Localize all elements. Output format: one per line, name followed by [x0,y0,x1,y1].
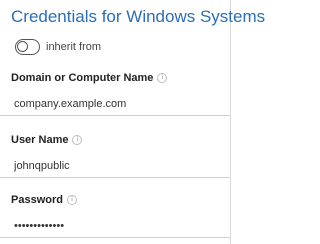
info-icon[interactable]: i [157,73,168,83]
password-input[interactable] [0,214,230,238]
toggle-knob [17,41,28,52]
inherit-toggle[interactable] [15,39,40,55]
password-label-text: Password [11,194,63,206]
inherit-toggle-label: inherit from [46,41,102,53]
domain-input[interactable] [0,92,230,116]
domain-label-text: Domain or Computer Name [11,72,154,84]
info-icon[interactable]: i [66,195,77,205]
credentials-panel: Credentials for Windows Systems inherit … [0,0,265,244]
username-label-text: User Name [11,134,69,146]
panel-title: Credentials for Windows Systems [11,7,266,26]
domain-label: Domain or Computer Name i [11,72,168,84]
info-icon[interactable]: i [72,135,83,145]
inherit-toggle-row: inherit from [15,38,101,56]
password-label: Password i [11,194,77,206]
username-label: User Name i [11,134,83,146]
username-input[interactable] [0,154,230,178]
